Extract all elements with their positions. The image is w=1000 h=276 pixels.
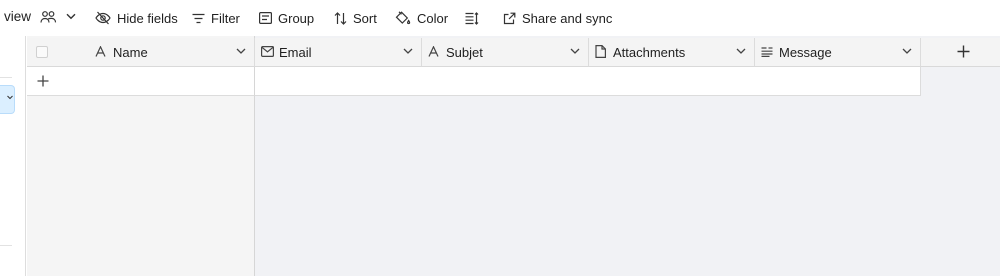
- column-header-subjet[interactable]: Subjet: [422, 38, 589, 67]
- column-header-label: Email: [279, 45, 312, 60]
- plus-icon: [37, 75, 49, 87]
- row-height-icon: [465, 11, 479, 25]
- view-name: view: [4, 9, 32, 24]
- email-icon: [261, 46, 274, 57]
- chevron-down-icon[interactable]: [403, 48, 413, 54]
- text-field-icon: [428, 46, 439, 57]
- chevron-down-icon[interactable]: [902, 48, 912, 54]
- text-field-icon: [95, 46, 106, 57]
- add-record-button[interactable]: [27, 67, 255, 96]
- grid-header: Name Email Subjet Attachments Message: [27, 38, 1000, 67]
- long-text-icon: [761, 47, 773, 57]
- share-and-sync-label: Share and sync: [522, 10, 613, 26]
- chevron-down-icon: [7, 95, 13, 100]
- chevron-down-icon[interactable]: [570, 48, 580, 54]
- sort-button[interactable]: Sort: [334, 9, 377, 27]
- column-header-label: Name: [113, 45, 148, 60]
- share-and-sync-button[interactable]: Share and sync: [503, 9, 612, 27]
- view-toolbar: view Hide fields Filter Group Sort Color…: [0, 0, 1000, 36]
- sort-label: Sort: [353, 10, 377, 26]
- select-all-checkbox[interactable]: [36, 46, 48, 58]
- hide-fields-label: Hide fields: [117, 10, 178, 26]
- group-label: Group: [278, 10, 315, 26]
- chevron-down-icon[interactable]: [236, 48, 246, 54]
- add-field-button[interactable]: [921, 38, 1000, 67]
- column-header-label: Subjet: [446, 45, 483, 60]
- column-header-attachments[interactable]: Attachments: [589, 38, 755, 67]
- collaborators-icon: [40, 10, 57, 23]
- row-height-button[interactable]: [465, 9, 479, 27]
- sidebar-divider: [0, 245, 12, 246]
- view-switcher[interactable]: view: [4, 9, 76, 24]
- column-header-message[interactable]: Message: [755, 38, 921, 67]
- filter-label: Filter: [211, 10, 240, 26]
- column-header-label: Message: [779, 45, 832, 60]
- color-label: Color: [417, 10, 449, 26]
- chevron-down-icon: [66, 13, 76, 20]
- eye-slash-icon: [95, 11, 111, 25]
- sidebar-rail: [0, 36, 26, 276]
- column-header-label: Attachments: [613, 45, 686, 60]
- group-icon: [259, 12, 272, 24]
- column-header-name[interactable]: Name: [27, 38, 255, 67]
- sidebar-divider: [0, 77, 12, 78]
- plus-icon: [957, 45, 970, 58]
- chevron-down-icon[interactable]: [736, 48, 746, 54]
- sort-icon: [334, 11, 347, 25]
- filter-icon: [192, 13, 205, 23]
- share-external-icon: [503, 12, 516, 24]
- group-button[interactable]: Group: [259, 9, 314, 27]
- paint-bucket-icon: [395, 11, 411, 25]
- color-button[interactable]: Color: [395, 9, 448, 27]
- filter-button[interactable]: Filter: [192, 9, 240, 27]
- column-header-email[interactable]: Email: [255, 38, 422, 67]
- document-icon: [595, 45, 606, 58]
- hide-fields-button[interactable]: Hide fields: [95, 9, 178, 27]
- add-record-row[interactable]: [255, 67, 921, 96]
